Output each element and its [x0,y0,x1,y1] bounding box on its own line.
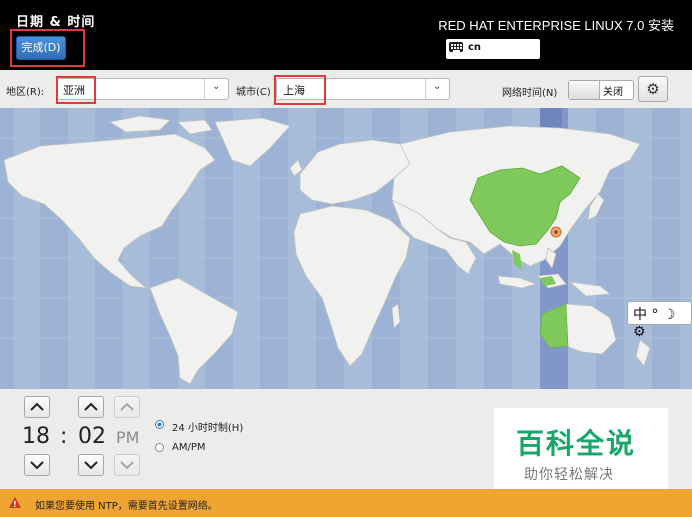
minute-down-button[interactable] [78,454,104,476]
warning-text: 如果您要使用 NTP，需要首先设置网络。 [35,501,218,512]
minute-up-button[interactable] [78,396,104,418]
format-ampm-label: AM/PM [172,442,206,453]
header-bar: 日期 & 时间 完成(D) RED HAT ENTERPRISE LINUX 7… [0,0,692,70]
keyboard-icon [449,42,463,52]
hour-up-button[interactable] [24,396,50,418]
highlight-box-region [56,76,96,104]
gear-icon: ⚙ [646,80,660,98]
chevron-up-icon [30,402,44,411]
warning-bar: ! 如果您要使用 NTP，需要首先设置网络。 [0,489,692,517]
highlight-box-done [10,29,85,67]
input-method-indicator[interactable]: 中 ° ☽ ⚙ [627,301,692,340]
format-24h-radio[interactable] [155,420,164,429]
timezone-map[interactable] [0,108,692,389]
keyboard-layout-label: cn [468,42,482,53]
format-ampm-radio[interactable] [155,443,164,452]
location-pin-icon [550,226,562,238]
city-label: 城市(C) [236,87,271,98]
ntp-state-label: 关闭 [603,87,623,98]
chevron-up-icon [84,402,98,411]
watermark-title: 百科全说 [516,427,637,460]
ntp-toggle[interactable]: 关闭 [568,80,634,100]
ntp-label: 网络时间(N) [502,88,558,99]
ampm-up-button[interactable] [114,396,140,418]
toggle-knob [569,81,600,99]
ntp-settings-button[interactable]: ⚙ [638,76,668,102]
minutes-display: 02 [78,424,106,449]
keyboard-layout-indicator[interactable]: cn [446,39,540,59]
page-title: 日期 & 时间 [16,15,96,30]
chevron-down-icon [30,461,44,470]
chevron-up-icon [120,402,134,411]
format-24h-label: 24 小时时制(H) [172,423,244,434]
chevron-down-icon: ⌄ [212,81,221,92]
time-separator: : [60,424,68,449]
ampm-down-button[interactable] [114,454,140,476]
chevron-down-icon [120,461,134,470]
ime-label: 中 ° ☽ ⚙ [633,307,676,340]
north-america [3,133,216,289]
hours-display: 18 [22,424,50,449]
chevron-down-icon [84,461,98,470]
chevron-down-icon: ⌄ [433,81,442,92]
hour-down-button[interactable] [24,454,50,476]
highlight-box-city [274,75,326,105]
ampm-display: PM [116,428,140,447]
watermark: 百科全说 助你轻松解决 [494,408,668,492]
watermark-subtitle: 助你轻松解决 [524,467,614,483]
world-map [0,108,692,389]
region-label: 地区(R): [6,87,45,98]
product-title: RED HAT ENTERPRISE LINUX 7.0 安装 [438,18,674,33]
